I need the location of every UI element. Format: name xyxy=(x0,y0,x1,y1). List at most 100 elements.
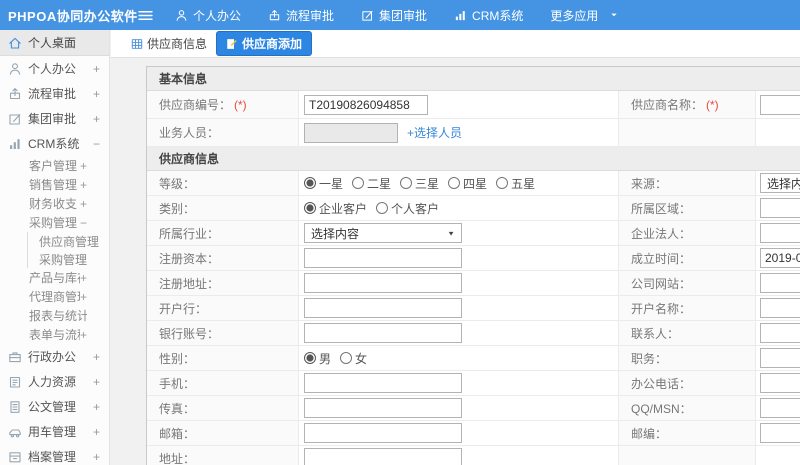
position-input[interactable] xyxy=(760,348,800,368)
radio-option-label: 四星 xyxy=(463,176,488,191)
level-radio-1[interactable]: 二星 xyxy=(352,175,391,192)
sidebar-item-finance[interactable]: 财务收支 + xyxy=(0,194,109,213)
nav-item-workflow-approval[interactable]: 流程审批 xyxy=(268,7,334,24)
sidebar-item-reports-stats[interactable]: 报表与统计 xyxy=(0,306,109,325)
field-label-text: 职务： xyxy=(631,351,668,366)
nav-item-group-approval[interactable]: 集团审批 xyxy=(361,7,427,24)
radio-option-label: 男 xyxy=(319,351,332,366)
qq-msn-input[interactable] xyxy=(760,398,800,418)
category-radio-0[interactable]: 企业客户 xyxy=(304,200,367,217)
level-radio-0[interactable]: 一星 xyxy=(304,175,343,192)
contact-person-input[interactable] xyxy=(760,323,800,343)
expand-plus-icon[interactable]: + xyxy=(80,271,87,285)
sidebar-item-vehicle-mgmt[interactable]: 用车管理 + xyxy=(0,419,109,444)
nav-item-more-apps[interactable]: 更多应用 xyxy=(550,7,619,24)
collapse-minus-icon[interactable]: − xyxy=(80,216,87,230)
tab-supplier-add[interactable]: 供应商添加 xyxy=(216,31,313,56)
bank-input[interactable] xyxy=(304,298,462,318)
level-radio-input-0[interactable] xyxy=(304,177,316,189)
sidebar-item-label: 行政办公 xyxy=(28,350,77,364)
sidebar-item-hr[interactable]: 人力资源 + xyxy=(0,369,109,394)
sidebar-item-customer-mgmt[interactable]: 客户管理 + xyxy=(0,156,109,175)
gender-radio-0[interactable]: 男 xyxy=(304,350,331,367)
account-name-input[interactable] xyxy=(760,298,800,318)
gender-radio-1[interactable]: 女 xyxy=(340,350,367,367)
expand-plus-icon[interactable]: + xyxy=(93,62,100,76)
founded-date-input[interactable] xyxy=(760,248,800,268)
source-select[interactable]: 选择内容▼ xyxy=(760,173,800,193)
sidebar-item-purchase-mgmt[interactable]: 采购管理 − xyxy=(0,213,109,232)
expand-plus-icon[interactable]: + xyxy=(93,450,100,464)
sidebar-item-admin-office[interactable]: 行政办公 + xyxy=(0,344,109,369)
field-label-text: 成立时间： xyxy=(631,251,692,266)
supplier-name-input[interactable] xyxy=(760,94,800,115)
sidebar-item-personal-office[interactable]: 个人办公 + xyxy=(0,56,109,81)
radio-option-label: 个人客户 xyxy=(391,201,440,216)
gender-radio-input-0[interactable] xyxy=(304,352,316,364)
level-radio-input-4[interactable] xyxy=(496,177,509,189)
expand-plus-icon[interactable]: + xyxy=(93,425,100,439)
sidebar-item-group-approval[interactable]: 集团审批 + xyxy=(0,106,109,131)
sidebar-item-purchasing[interactable]: 采购管理 xyxy=(28,250,109,268)
category-radio-1[interactable]: 个人客户 xyxy=(376,200,439,217)
tab-supplier-info[interactable]: 供应商信息 xyxy=(131,35,207,52)
nav-item-crm[interactable]: CRM系统 xyxy=(454,7,523,24)
hamburger-menu-icon[interactable] xyxy=(138,8,153,23)
mobile-input[interactable] xyxy=(304,373,462,393)
region-input[interactable] xyxy=(760,198,800,218)
sidebar-item-sales-mgmt[interactable]: 销售管理 + xyxy=(0,175,109,194)
bank-account-input[interactable] xyxy=(304,323,462,343)
select-person-link[interactable]: +选择人员 xyxy=(407,124,462,141)
category-radio-input-1[interactable] xyxy=(376,202,389,214)
registered-address-input[interactable] xyxy=(304,273,462,293)
expand-plus-icon[interactable]: + xyxy=(80,328,87,342)
level-radio-input-3[interactable] xyxy=(448,177,461,189)
level-radio-input-2[interactable] xyxy=(400,177,413,189)
sidebar-item-official-doc[interactable]: 公文管理 + xyxy=(0,394,109,419)
legal-person-input[interactable] xyxy=(760,223,800,243)
expand-plus-icon[interactable]: + xyxy=(80,178,87,192)
website-input[interactable] xyxy=(760,273,800,293)
expand-plus-icon[interactable]: + xyxy=(80,197,87,211)
field-label-qq-msn: QQ/MSN： xyxy=(619,396,756,420)
sidebar-item-product-inventory[interactable]: 产品与库存+ xyxy=(0,268,109,287)
expand-plus-icon[interactable]: + xyxy=(93,87,100,101)
expand-plus-icon[interactable]: + xyxy=(80,159,87,173)
industry-select[interactable]: 选择内容 ▼ xyxy=(304,223,462,243)
sidebar-item-form-flow-settings[interactable]: 表单与流程设置+ xyxy=(0,325,109,344)
gender-radio-input-1[interactable] xyxy=(340,352,353,364)
sidebar-item-archives-mgmt[interactable]: 档案管理 + xyxy=(0,444,109,465)
fax-input[interactable] xyxy=(304,398,462,418)
supplier-code-input[interactable] xyxy=(304,94,428,115)
field-cell-account-name xyxy=(756,296,800,320)
expand-plus-icon[interactable]: + xyxy=(93,112,100,126)
office-phone-input[interactable] xyxy=(760,373,800,393)
sidebar-item-personal-desktop[interactable]: 个人桌面 xyxy=(0,30,109,56)
sidebar-item-workflow-approval[interactable]: 流程审批 + xyxy=(0,81,109,106)
expand-plus-icon[interactable]: + xyxy=(93,375,100,389)
registered-capital-input[interactable] xyxy=(304,248,462,268)
field-label-text: 供应商编号： xyxy=(159,98,232,112)
business-person-input[interactable] xyxy=(304,122,398,143)
sidebar-item-agent-mgmt[interactable]: 代理商管理+ xyxy=(0,287,109,306)
level-radio-4[interactable]: 五星 xyxy=(496,175,535,192)
level-radio-3[interactable]: 四星 xyxy=(448,175,487,192)
level-radio-input-1[interactable] xyxy=(352,177,365,189)
nav-item-personal-office[interactable]: 个人办公 xyxy=(175,7,241,24)
field-cell-region xyxy=(756,196,800,220)
address-input[interactable] xyxy=(304,448,462,465)
collapse-minus-icon[interactable]: − xyxy=(93,137,100,151)
sidebar-item-label: 财务收支 xyxy=(29,197,78,211)
level-radio-2[interactable]: 三星 xyxy=(400,175,439,192)
expand-plus-icon[interactable]: + xyxy=(93,350,100,364)
sidebar-item-crm[interactable]: CRM系统 − xyxy=(0,131,109,156)
sidebar-item-supplier-mgmt[interactable]: 供应商管理 xyxy=(28,232,109,250)
field-label-text: 银行账号： xyxy=(159,326,220,341)
expand-plus-icon[interactable]: + xyxy=(93,400,100,414)
field-label-source: 来源： xyxy=(619,171,756,195)
expand-plus-icon[interactable]: + xyxy=(80,290,87,304)
postcode-input[interactable] xyxy=(760,423,800,443)
email-input[interactable] xyxy=(304,423,462,443)
category-radio-input-0[interactable] xyxy=(304,202,316,214)
field-cell-empty xyxy=(756,119,800,146)
